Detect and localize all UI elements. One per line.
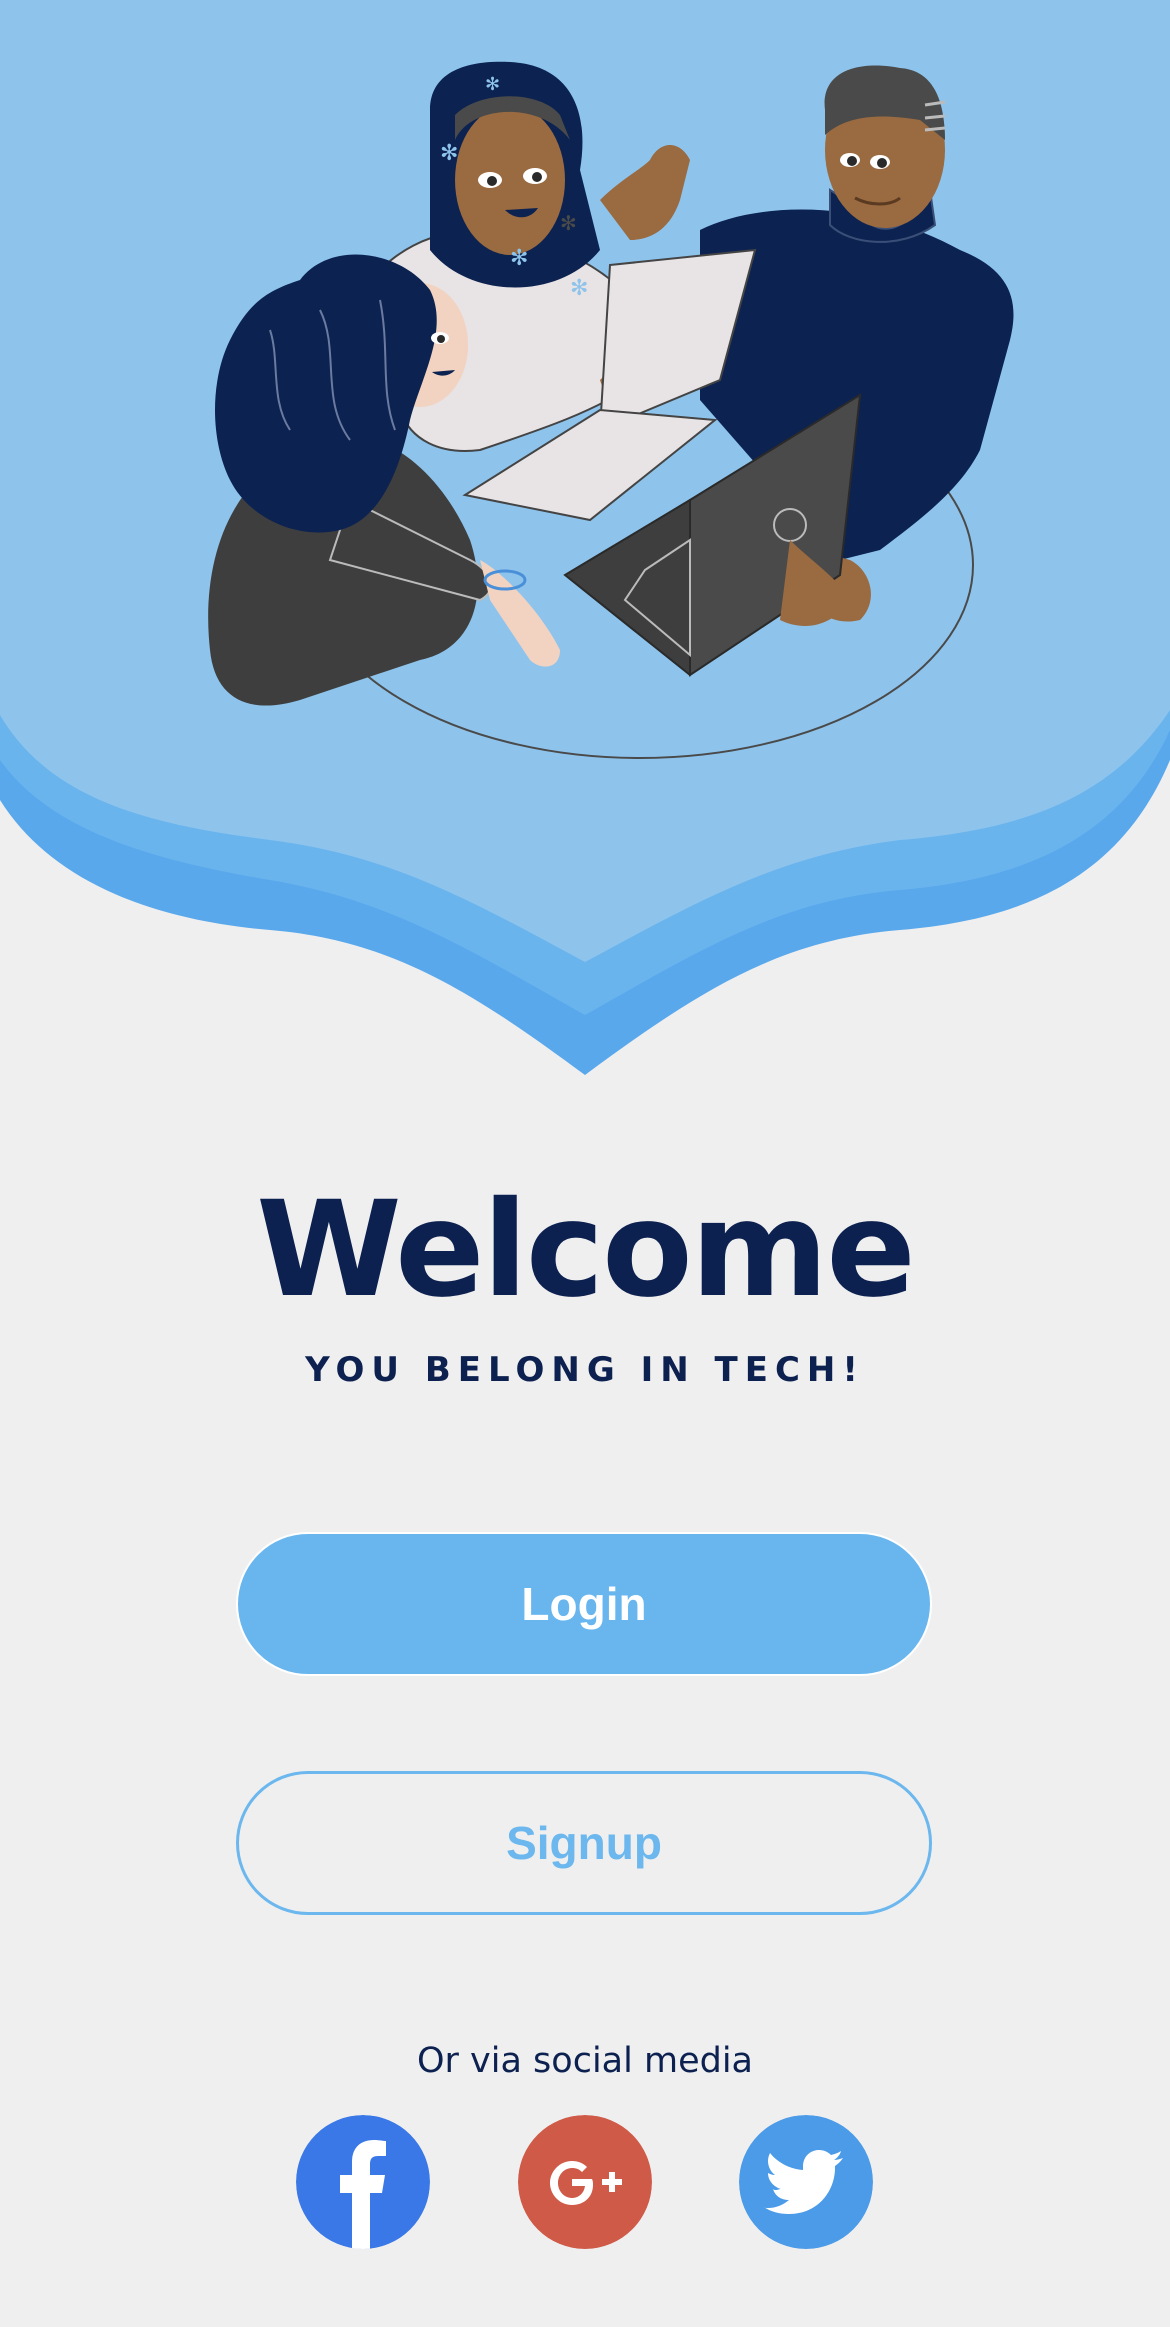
twitter-button[interactable] <box>739 2115 873 2249</box>
social-media-label: Or via social media <box>416 2041 753 2081</box>
google-plus-button[interactable] <box>518 2115 652 2249</box>
welcome-title: Welcome <box>256 1173 916 1327</box>
svg-text:✻: ✻ <box>510 246 528 271</box>
svg-text:✻: ✻ <box>485 74 500 95</box>
login-button-label: Login <box>521 1578 647 1630</box>
login-button[interactable]: Login <box>236 1532 932 1676</box>
svg-text:✻: ✻ <box>560 211 577 235</box>
facebook-icon <box>296 2115 430 2249</box>
google-plus-icon <box>518 2115 652 2249</box>
svg-text:✻: ✻ <box>440 141 458 166</box>
signup-button[interactable]: Signup <box>236 1771 932 1915</box>
facebook-button[interactable] <box>296 2115 430 2249</box>
svg-text:✻: ✻ <box>570 276 588 301</box>
welcome-tagline: YOU BELONG IN TECH! <box>305 1350 865 1390</box>
hero-illustration: ✻ ✻ ✻ ✻ ✻ <box>0 0 1170 1075</box>
signup-button-label: Signup <box>506 1817 662 1869</box>
twitter-icon <box>739 2115 873 2249</box>
